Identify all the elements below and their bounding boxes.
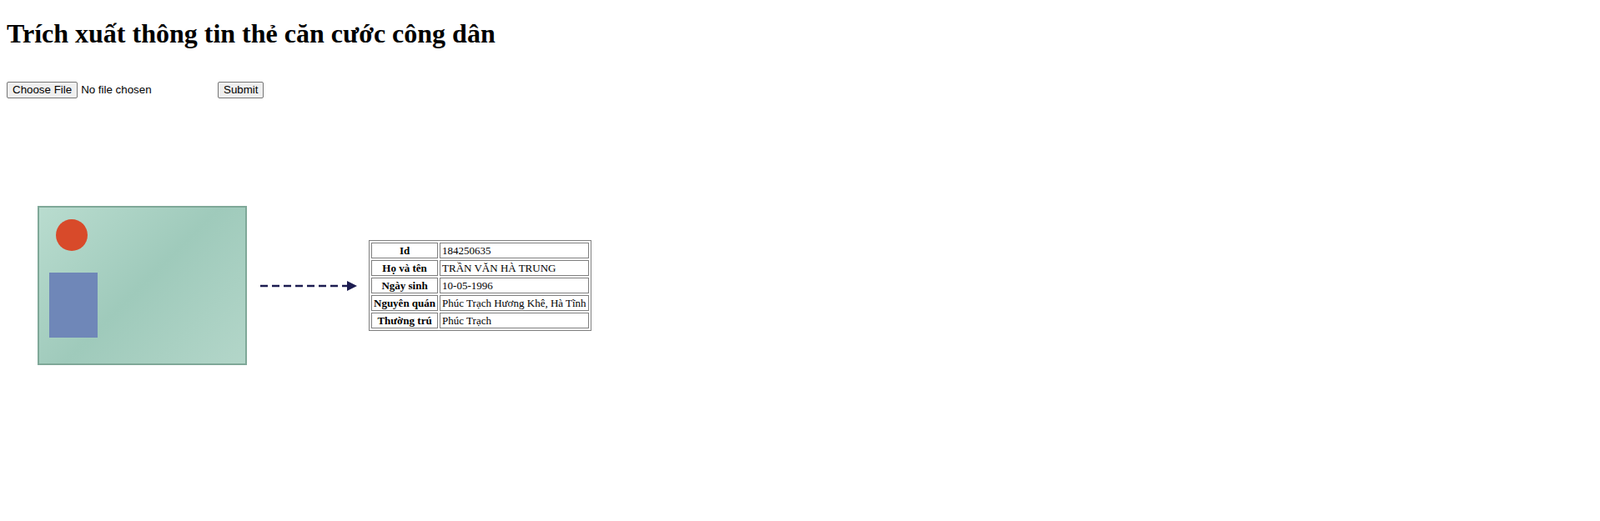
row-value: TRẦN VĂN HÀ TRUNG xyxy=(439,260,589,277)
choose-file-button[interactable]: Choose File xyxy=(6,81,78,99)
table-row: Thường trúPhúc Trạch xyxy=(371,312,589,329)
row-label: Thường trú xyxy=(371,312,438,329)
table-row: Id184250635 xyxy=(371,242,589,259)
row-label: Nguyên quán xyxy=(371,295,438,312)
arrow-icon xyxy=(258,277,359,295)
portrait-icon xyxy=(49,272,98,338)
table-row: Họ và tênTRẦN VĂN HÀ TRUNG xyxy=(371,260,589,277)
row-value: 10-05-1996 xyxy=(439,277,589,294)
submit-button[interactable]: Submit xyxy=(217,81,264,99)
id-card-photo xyxy=(37,206,247,366)
table-row: Ngày sinh10-05-1996 xyxy=(371,277,589,294)
row-value: Phúc Trạch xyxy=(439,312,589,329)
row-label: Họ và tên xyxy=(371,260,438,277)
emblem-icon xyxy=(55,219,88,252)
row-label: Id xyxy=(371,242,438,259)
row-value: 184250635 xyxy=(439,242,589,259)
row-label: Ngày sinh xyxy=(371,277,438,294)
row-value: Phúc Trạch Hương Khê, Hà Tĩnh xyxy=(439,295,589,312)
page-title: Trích xuất thông tin thẻ căn cước công d… xyxy=(6,18,1594,50)
result-table: Id184250635Họ và tênTRẦN VĂN HÀ TRUNGNgà… xyxy=(368,240,592,332)
result-area: Id184250635Họ và tênTRẦN VĂN HÀ TRUNGNgà… xyxy=(6,206,1594,366)
upload-form: Choose FileNo file chosenSubmit xyxy=(6,80,1594,100)
file-status: No file chosen xyxy=(80,81,151,99)
file-input[interactable]: Choose FileNo file chosen xyxy=(6,81,218,99)
table-row: Nguyên quánPhúc Trạch Hương Khê, Hà Tĩnh xyxy=(371,295,589,312)
